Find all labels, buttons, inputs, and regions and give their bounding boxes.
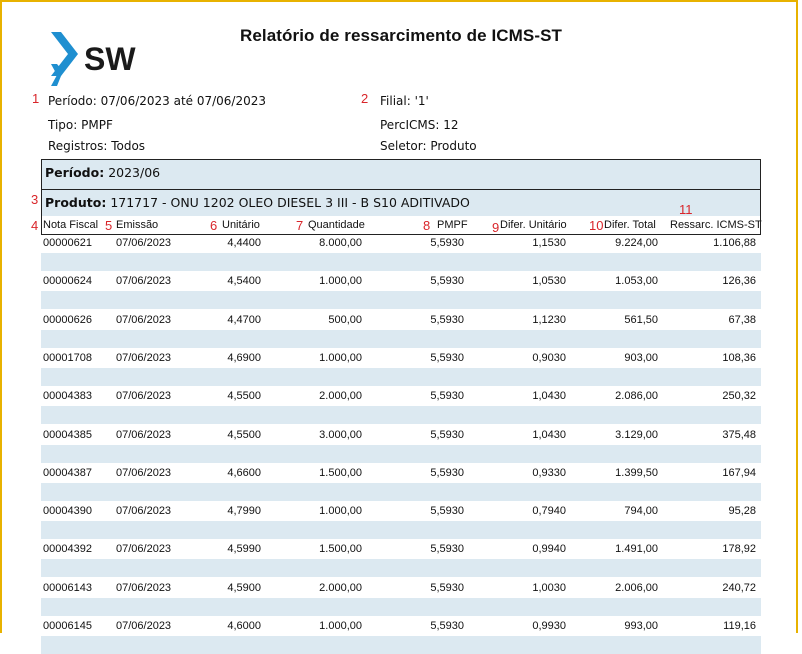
row-stripe [41, 636, 761, 654]
window-frame [0, 0, 798, 633]
